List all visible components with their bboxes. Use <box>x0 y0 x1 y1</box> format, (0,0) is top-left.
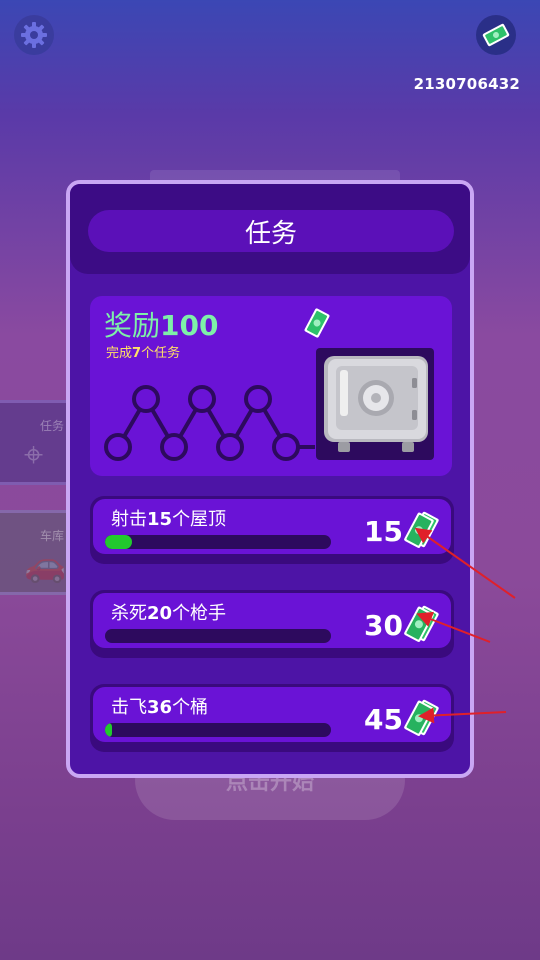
task-progress-bar <box>105 535 331 549</box>
subtitle-prefix: 完成 <box>106 346 133 361</box>
task-progress-bar <box>105 629 331 643</box>
side-tab-label: 任务 <box>40 419 65 433</box>
settings-button[interactable] <box>14 15 54 55</box>
panel-title: 任务 <box>88 210 454 252</box>
task-verb: 射击 <box>111 509 147 530</box>
side-tab-label: 车库 <box>40 529 65 543</box>
reward-title: 奖励100 <box>104 304 218 344</box>
task-count: 36 <box>147 697 173 718</box>
car-icon: 🚗 <box>24 545 67 585</box>
chain-node <box>272 433 300 461</box>
cash-icon <box>482 23 510 47</box>
task-card: 杀死20个枪手 30 <box>93 593 451 648</box>
task-reward: 45 <box>364 703 403 736</box>
chain-node <box>216 433 244 461</box>
task-item[interactable]: 击飞36个桶 45 <box>90 684 454 752</box>
safe-frame <box>316 348 434 460</box>
task-count: 15 <box>147 509 173 530</box>
safe-icon <box>324 356 428 452</box>
reward-subtitle: 完成7个任务 <box>106 342 180 361</box>
cash-stack-icon <box>404 511 439 548</box>
cash-icon <box>304 308 330 338</box>
cash-amount: 2130706432 <box>413 75 520 93</box>
reward-label: 奖励 <box>104 309 161 342</box>
task-target: 个枪手 <box>172 603 227 624</box>
task-name: 射击15个屋顶 <box>111 505 226 531</box>
task-progress-bar <box>105 723 331 737</box>
chain-node <box>244 385 272 413</box>
currency-display: 2130706432 <box>414 15 520 93</box>
task-progress-fill <box>105 723 112 737</box>
progress-chain <box>104 385 315 461</box>
task-card: 射击15个屋顶 15 <box>93 499 451 554</box>
cash-stack-icon <box>404 605 439 642</box>
side-tab-garage: 车库 🚗 <box>0 510 70 595</box>
panel-header: 任务 <box>70 184 470 274</box>
task-reward: 30 <box>364 609 403 642</box>
task-reward: 15 <box>364 515 403 548</box>
gear-icon <box>21 22 47 48</box>
reward-amount: 100 <box>160 309 219 342</box>
chain-node <box>132 385 160 413</box>
crosshair-icon: ⌖ <box>24 435 44 475</box>
reward-card: 奖励100 完成7个任务 <box>90 296 452 476</box>
task-name: 击飞36个桶 <box>111 693 208 719</box>
chain-node <box>104 433 132 461</box>
task-item[interactable]: 射击15个屋顶 15 <box>90 496 454 564</box>
task-item[interactable]: 杀死20个枪手 30 <box>90 590 454 658</box>
task-card: 击飞36个桶 45 <box>93 687 451 742</box>
task-verb: 杀死 <box>111 603 147 624</box>
task-target: 个桶 <box>172 697 209 718</box>
task-name: 杀死20个枪手 <box>111 599 226 625</box>
chain-node <box>188 385 216 413</box>
task-panel: 任务 奖励100 完成7个任务 射击15个屋顶 15 杀死20个枪手 30 击飞… <box>66 180 474 778</box>
task-target: 个屋顶 <box>172 509 227 530</box>
chain-node <box>160 433 188 461</box>
cash-stack-icon <box>404 699 439 736</box>
task-count: 20 <box>147 603 173 624</box>
subtitle-count: 7 <box>132 346 142 361</box>
task-verb: 击飞 <box>111 697 147 718</box>
task-progress-fill <box>105 535 133 549</box>
subtitle-suffix: 个任务 <box>141 346 181 361</box>
side-tab-tasks: 任务 ⌖ <box>0 400 70 485</box>
